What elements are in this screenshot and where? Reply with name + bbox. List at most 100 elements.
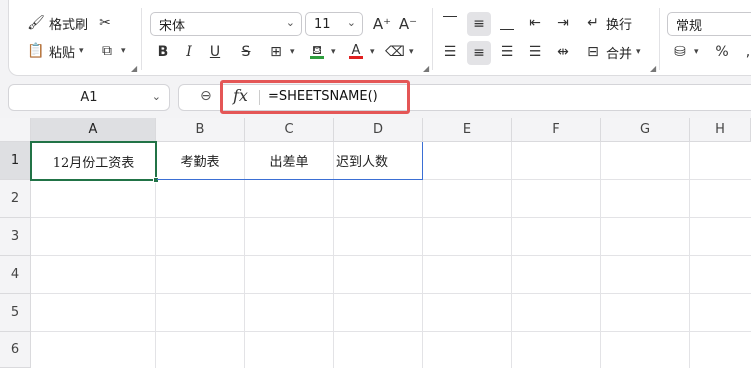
column-header-d[interactable]: D [334, 118, 423, 142]
align-bottom-button[interactable]: ⎽ [497, 13, 517, 33]
font-name-select[interactable]: 宋体 ⌄ [150, 12, 302, 36]
chevron-down-icon: ⌄ [346, 16, 356, 29]
row-header-3[interactable]: 3 [0, 218, 31, 256]
chevron-down-icon: ▾ [409, 47, 414, 57]
wrap-text-button[interactable]: ↵ 换行 [583, 13, 632, 33]
increase-indent-button[interactable]: ⇥ [553, 13, 573, 33]
range-border [422, 142, 423, 180]
align-middle-icon: ≡ [473, 16, 485, 32]
number-format-select[interactable]: 常规 [667, 12, 751, 36]
justify-icon: ☰ [528, 44, 542, 60]
merge-label: 合并 [606, 46, 633, 62]
zoom-out-icon[interactable]: ⊖ [200, 88, 212, 104]
chevron-down-icon: ▾ [636, 47, 641, 57]
format-painter-label: 格式刷 [49, 17, 89, 33]
column-header-e[interactable]: E [423, 118, 512, 142]
justify-button[interactable]: ☰ [525, 42, 545, 62]
align-center-button[interactable]: ≡ [467, 41, 491, 65]
decrease-indent-button[interactable]: ⇤ [525, 13, 545, 33]
decrease-font-icon: A⁻ [398, 14, 418, 33]
comma-icon: , [745, 44, 751, 60]
thousands-separator-button[interactable]: , [738, 42, 751, 62]
paste-button[interactable]: 📋 粘贴 ▾ [26, 41, 84, 61]
chevron-down-icon: ▾ [79, 46, 84, 56]
range-border [157, 179, 423, 180]
align-left-button[interactable]: ☰ [440, 42, 460, 62]
divider [432, 8, 433, 70]
italic-button[interactable]: I [179, 42, 199, 62]
align-middle-button[interactable]: ≡ [467, 12, 491, 36]
align-top-icon: ⎺ [443, 15, 457, 31]
row-header-5[interactable]: 5 [0, 294, 31, 332]
fill-handle[interactable] [153, 177, 159, 183]
percent-format-button[interactable]: % [712, 42, 732, 62]
decrease-font-button[interactable]: A⁻ [398, 14, 418, 34]
chevron-down-icon: ▾ [121, 46, 126, 56]
eraser-icon: ⌫ [385, 44, 405, 60]
border-button[interactable]: ⊞ ▾ [266, 42, 294, 62]
cell-c1[interactable]: 出差单 [245, 142, 334, 180]
row-header-4[interactable]: 4 [0, 256, 31, 294]
spreadsheet-window: 🖌 格式刷 ✂ 📋 粘贴 ▾ ⧉ ▾ ◢ 宋体 ⌄ 11 ⌄ A⁺ A⁻ B I… [0, 0, 751, 368]
merge-button[interactable]: ⊟ 合并 ▾ [583, 42, 641, 62]
column-header-c[interactable]: C [245, 118, 334, 142]
name-box-value: A1 [80, 90, 98, 105]
underline-icon: U [209, 44, 221, 60]
cell-a1[interactable]: 12月份工资表 [30, 141, 157, 181]
clipboard-expand-icon[interactable]: ◢ [131, 64, 137, 73]
align-bottom-icon: ⎽ [500, 15, 514, 31]
strikethrough-icon: S [241, 44, 251, 60]
percent-icon: % [715, 44, 729, 60]
row-header-2[interactable]: 2 [0, 180, 31, 218]
format-painter-button[interactable]: 🖌 格式刷 [26, 13, 88, 33]
column-header-f[interactable]: F [512, 118, 601, 142]
currency-format-button[interactable]: ⛁ ▾ [670, 42, 698, 62]
format-painter-icon: 🖌 [27, 15, 45, 31]
bold-button[interactable]: B [153, 42, 173, 62]
row-header-1[interactable]: 1 [0, 142, 31, 180]
increase-font-icon: A⁺ [372, 14, 392, 33]
wrap-text-icon: ↵ [587, 15, 599, 31]
font-size-select[interactable]: 11 ⌄ [305, 12, 363, 36]
fill-bucket-icon: ⛾ [307, 42, 327, 62]
column-header-h[interactable]: H [690, 118, 751, 142]
strikethrough-button[interactable]: S [236, 42, 256, 62]
copy-icon: ⧉ [102, 43, 112, 59]
align-top-button[interactable]: ⎺ [440, 13, 460, 33]
indent-icon: ⇥ [557, 15, 569, 31]
font-expand-icon[interactable]: ◢ [423, 64, 429, 73]
name-box[interactable]: A1 ⌄ [8, 84, 170, 111]
cell-d1[interactable]: 迟到人数 [334, 142, 423, 180]
distributed-button[interactable]: ⇹ [553, 42, 573, 62]
clear-format-button[interactable]: ⌫ ▾ [385, 42, 414, 62]
italic-icon: I [186, 44, 192, 60]
wrap-text-label: 换行 [606, 17, 633, 33]
column-header-b[interactable]: B [156, 118, 245, 142]
fill-color-button[interactable]: ⛾ ▾ [307, 42, 336, 62]
row-header-6[interactable]: 6 [0, 332, 31, 368]
align-center-icon: ≡ [473, 45, 485, 61]
underline-button[interactable]: U [205, 42, 225, 62]
select-all-corner[interactable] [0, 118, 31, 142]
align-right-button[interactable]: ☰ [497, 42, 517, 62]
scissors-icon: ✂ [99, 15, 111, 31]
chevron-down-icon: ⌄ [151, 90, 161, 103]
column-header-g[interactable]: G [601, 118, 690, 142]
alignment-expand-icon[interactable]: ◢ [650, 64, 656, 73]
distributed-icon: ⇹ [557, 44, 569, 60]
cut-button[interactable]: ✂ [95, 13, 115, 33]
font-color-button[interactable]: A ▾ [346, 42, 375, 62]
column-header-a[interactable]: A [31, 118, 156, 142]
align-left-icon: ☰ [443, 44, 457, 60]
outdent-icon: ⇤ [529, 15, 541, 31]
number-format-value: 常规 [676, 18, 703, 34]
increase-font-button[interactable]: A⁺ [372, 14, 392, 34]
align-right-icon: ☰ [500, 44, 514, 60]
copy-button[interactable]: ⧉ ▾ [97, 41, 126, 61]
border-grid-icon: ⊞ [270, 44, 282, 60]
cell-b1[interactable]: 考勤表 [156, 142, 245, 180]
paste-label: 粘贴 [49, 45, 76, 61]
font-color-icon: A [346, 42, 366, 62]
formula-highlight-box [220, 80, 410, 114]
bold-icon: B [157, 44, 169, 60]
